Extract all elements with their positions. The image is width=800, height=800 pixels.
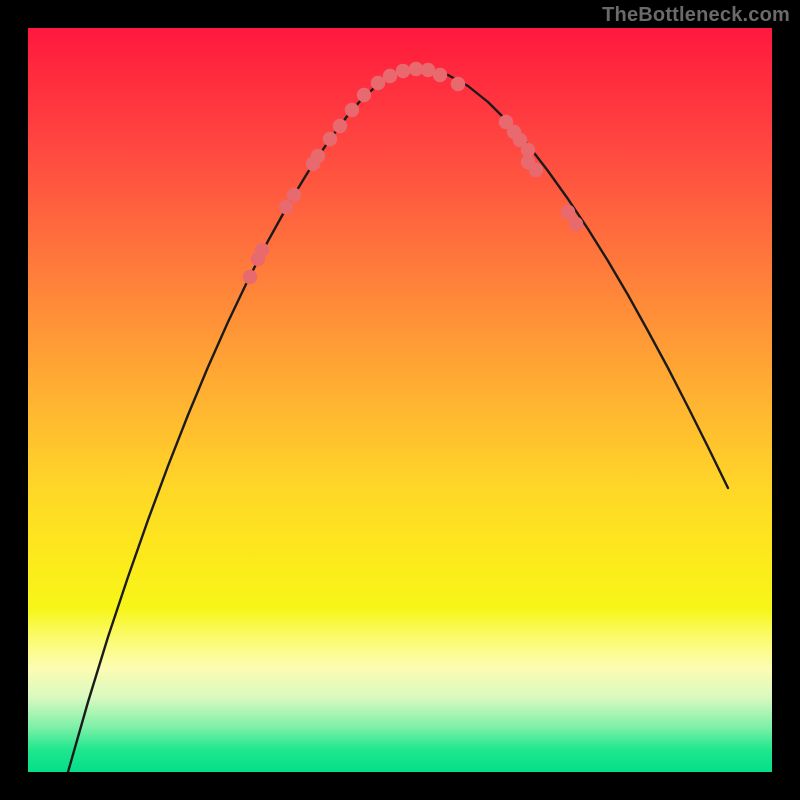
chart-frame: TheBottleneck.com: [0, 0, 800, 800]
curve-marker: [323, 132, 337, 146]
curve-marker: [529, 163, 543, 177]
curve-marker: [451, 77, 465, 91]
curve-marker: [383, 69, 397, 83]
curve-markers: [243, 62, 583, 284]
curve-marker: [333, 119, 347, 133]
bottleneck-curve: [68, 69, 728, 772]
curve-marker: [345, 103, 359, 117]
curve-marker: [255, 243, 269, 257]
curve-marker: [311, 149, 325, 163]
curve-marker: [279, 200, 293, 214]
curve-marker: [561, 205, 575, 219]
watermark-text: TheBottleneck.com: [602, 4, 790, 27]
curve-marker: [433, 68, 447, 82]
plot-area: [28, 28, 772, 772]
curve-marker: [287, 188, 301, 202]
curve-marker: [371, 76, 385, 90]
curve-layer: [28, 28, 772, 772]
curve-marker: [243, 270, 257, 284]
curve-marker: [569, 217, 583, 231]
curve-marker: [357, 88, 371, 102]
curve-marker: [396, 64, 410, 78]
